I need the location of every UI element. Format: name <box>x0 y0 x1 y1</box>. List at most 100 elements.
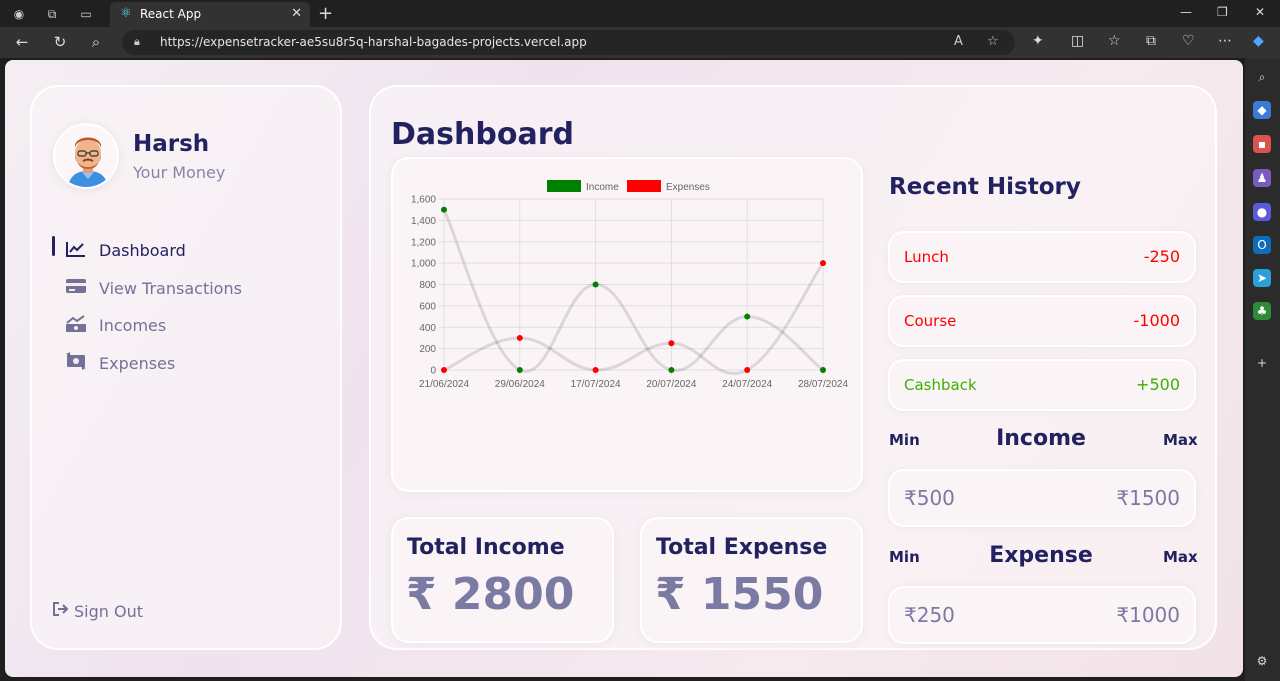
sidebar-games-icon[interactable]: ♟ <box>1253 169 1271 187</box>
split-screen-icon[interactable]: ◫ <box>1071 33 1084 49</box>
sidebar-search-icon[interactable]: ⌕ <box>1253 68 1271 86</box>
x-tick-label: 28/07/2024 <box>798 379 848 390</box>
sidebar-telegram-icon[interactable]: ➤ <box>1253 269 1271 287</box>
total-expense-label: Total Expense <box>656 535 828 560</box>
nav-menu: Dashboard View Transactions Incomes Expe… <box>32 232 340 382</box>
app-page: Harsh Your Money Dashboard View Transact… <box>5 60 1243 677</box>
data-point-income <box>668 367 675 373</box>
sidebar-tools-icon[interactable]: ▪ <box>1253 135 1271 153</box>
history-item-amount: -250 <box>1143 247 1180 266</box>
history-item: Cashback +500 <box>888 359 1196 411</box>
expense-min-label: Min <box>889 548 920 566</box>
refresh-icon[interactable]: ↻ <box>50 33 70 51</box>
extensions-icon[interactable]: ✦ <box>1032 33 1044 49</box>
x-tick-label: 17/07/2024 <box>571 379 621 390</box>
data-point-expenses <box>744 367 751 373</box>
income-max-label: Max <box>1163 431 1198 449</box>
edge-sidebar: ⌕ ◆ ▪ ♟ ● O ➤ ♣ + ⚙ <box>1245 58 1280 681</box>
money-bill-trend-icon <box>65 314 87 337</box>
history-item-name: Course <box>904 312 957 330</box>
income-expense-line-chart: 0 200 400 600 800 1,000 1,200 1,400 1,600 21/06/2… <box>411 180 848 390</box>
x-tick-label: 20/07/2024 <box>646 379 696 390</box>
x-tick-label: 29/06/2024 <box>495 379 545 390</box>
total-income-value: ₹ 2800 <box>406 569 575 620</box>
nav-item-dashboard[interactable]: Dashboard <box>32 232 340 270</box>
money-bill-transfer-icon <box>65 352 87 374</box>
sidebar-tree-icon[interactable]: ♣ <box>1253 302 1271 320</box>
sidebar-shopping-icon[interactable]: ◆ <box>1253 101 1271 119</box>
nav-label: Expenses <box>99 353 176 373</box>
avatar <box>53 123 119 189</box>
expense-max-value: ₹1000 <box>1116 603 1180 627</box>
data-point-expenses <box>668 340 675 347</box>
profile-avatar-icon[interactable]: ◉ <box>10 5 28 23</box>
total-income-card: Total Income ₹ 2800 <box>391 517 614 643</box>
sidebar-copilot-icon[interactable]: ● <box>1253 203 1271 221</box>
y-tick-label: 400 <box>419 323 436 334</box>
new-tab-icon[interactable]: + <box>318 3 333 24</box>
nav-label: View Transactions <box>99 278 242 298</box>
copilot-icon[interactable]: ◆ <box>1253 33 1264 49</box>
close-tab-icon[interactable]: ✕ <box>291 6 302 21</box>
chart-line-icon <box>65 241 87 261</box>
nav-item-view-transactions[interactable]: View Transactions <box>32 270 340 308</box>
total-expense-card: Total Expense ₹ 1550 <box>640 517 863 643</box>
nav-item-incomes[interactable]: Incomes <box>32 307 340 345</box>
history-item-name: Lunch <box>904 248 949 266</box>
data-point-income <box>744 313 751 320</box>
dashboard-panel: Dashboard 0 200 400 600 800 1,000 1,200 1,400 1,… <box>369 85 1217 650</box>
data-point-income <box>820 367 826 373</box>
workspaces-icon[interactable]: ⧉ <box>43 5 61 23</box>
browser-essentials-icon[interactable]: ♡ <box>1182 33 1195 49</box>
data-point-income <box>441 206 447 213</box>
income-max-value: ₹1500 <box>1116 486 1180 510</box>
history-item: Course -1000 <box>888 295 1196 347</box>
y-tick-label: 800 <box>419 280 436 291</box>
total-income-label: Total Income <box>407 535 565 560</box>
data-point-expenses <box>820 260 826 267</box>
minimize-icon[interactable]: — <box>1180 5 1192 19</box>
y-tick-label: 1,600 <box>411 195 436 206</box>
nav-label: Incomes <box>99 316 167 336</box>
sidebar-outlook-icon[interactable]: O <box>1253 236 1271 254</box>
credit-card-icon <box>65 278 87 298</box>
data-point-expenses <box>592 367 599 373</box>
nav-label: Dashboard <box>99 241 186 261</box>
sidebar-add-icon[interactable]: + <box>1253 354 1271 372</box>
y-tick-label: 1,400 <box>411 216 436 227</box>
series-line-expenses <box>443 262 825 376</box>
maximize-icon[interactable]: ❐ <box>1217 5 1228 19</box>
expense-min-value: ₹250 <box>904 603 955 627</box>
url-field[interactable]: 🔒︎ https://expensetracker-ae5su8r5q-hars… <box>122 30 1015 55</box>
browser-tab-bar: ◉ ⧉ ▭ ⚛ React App ✕ + — ❐ ✕ <box>0 0 1280 27</box>
back-icon[interactable]: ← <box>12 33 32 51</box>
y-tick-label: 200 <box>419 344 436 355</box>
nav-item-expenses[interactable]: Expenses <box>32 345 340 383</box>
page-title: Dashboard <box>391 117 574 152</box>
chart-card: 0 200 400 600 800 1,000 1,200 1,400 1,600 21/06/2… <box>391 157 863 492</box>
tab-actions-icon[interactable]: ▭ <box>77 5 95 23</box>
search-icon[interactable]: ⌕ <box>86 33 106 51</box>
sign-out-button[interactable]: Sign Out <box>52 601 143 621</box>
read-aloud-icon[interactable]: A <box>954 34 963 49</box>
income-range-title: Income <box>996 426 1086 451</box>
browser-tab[interactable]: ⚛ React App ✕ <box>110 2 310 27</box>
collections-icon[interactable]: ⧉ <box>1146 33 1156 49</box>
favorite-star-icon[interactable]: ☆ <box>987 34 999 49</box>
lock-icon[interactable]: 🔒︎ <box>134 35 140 49</box>
x-tick-label: 21/06/2024 <box>419 379 469 390</box>
window-close-icon[interactable]: ✕ <box>1255 5 1265 19</box>
more-options-icon[interactable]: ⋯ <box>1218 33 1232 49</box>
url-text[interactable]: https://expensetracker-ae5su8r5q-harshal… <box>160 35 587 49</box>
favorites-icon[interactable]: ☆ <box>1108 33 1121 49</box>
user-subtitle: Your Money <box>133 163 226 182</box>
data-point-expenses <box>441 367 447 373</box>
legend-swatch-income <box>547 180 581 192</box>
recent-history-title: Recent History <box>889 174 1081 200</box>
y-tick-label: 1,000 <box>411 259 436 270</box>
data-point-income <box>516 367 523 373</box>
y-tick-label: 0 <box>430 366 436 377</box>
history-item-name: Cashback <box>904 376 977 394</box>
sidebar-settings-icon[interactable]: ⚙ <box>1253 652 1271 670</box>
x-tick-label: 24/07/2024 <box>722 379 772 390</box>
